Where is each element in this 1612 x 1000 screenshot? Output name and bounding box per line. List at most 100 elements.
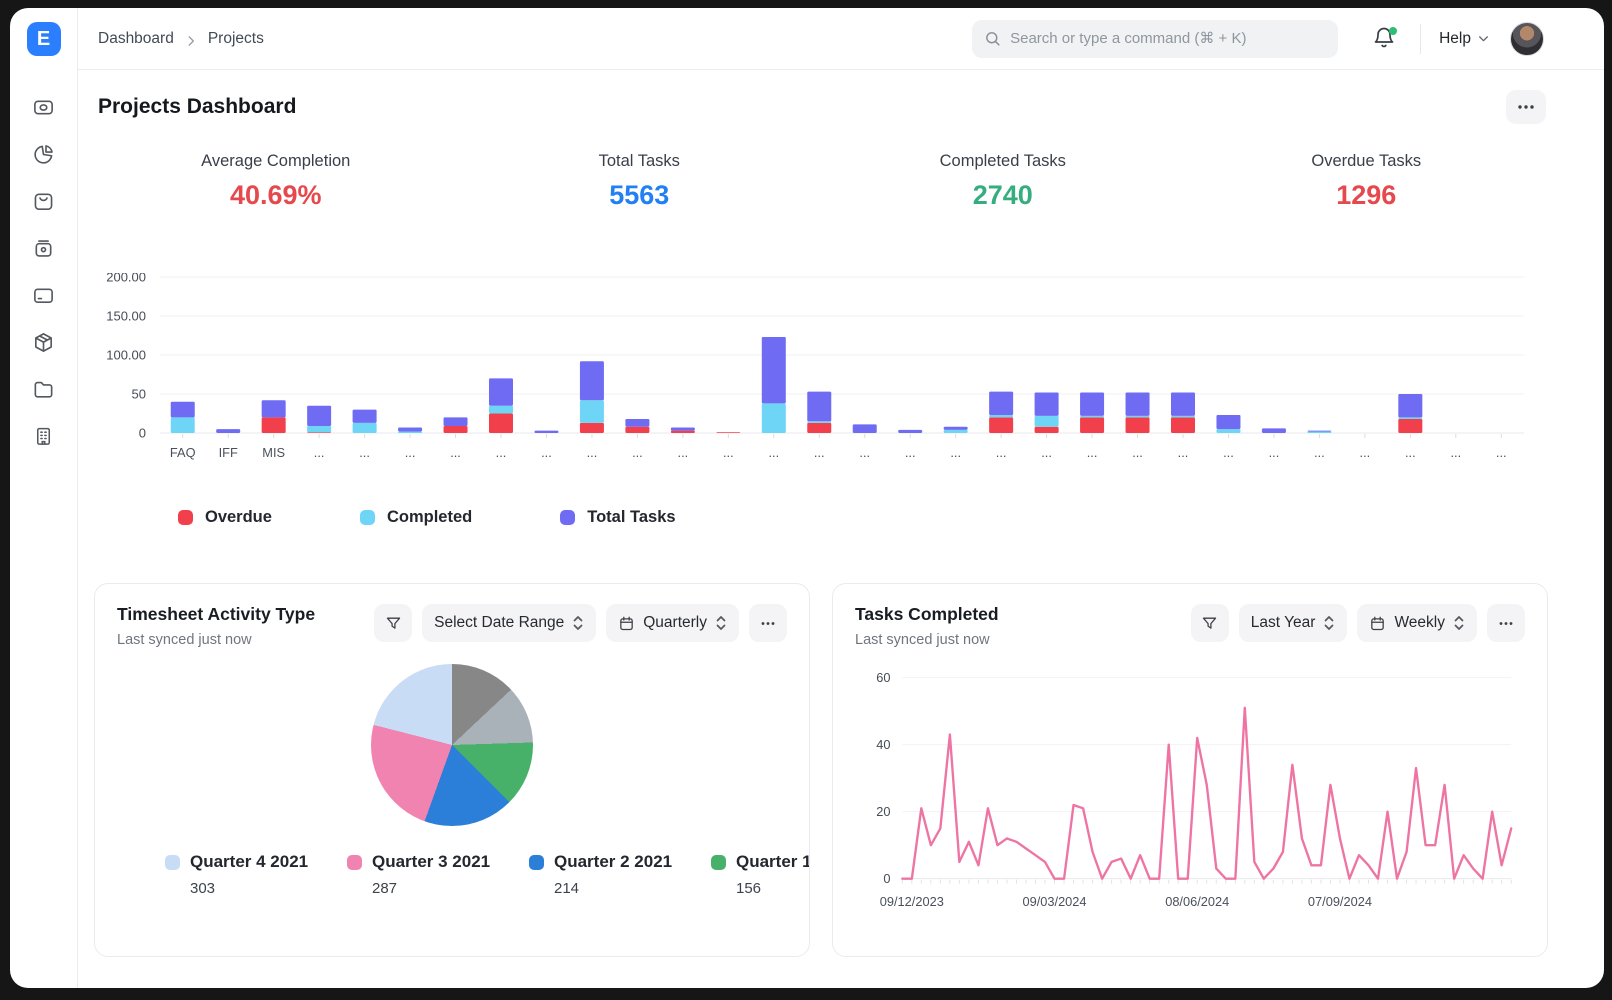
ellipsis-icon: [1498, 621, 1514, 626]
up-down-chevrons-icon: [1323, 615, 1335, 631]
stat-label: Average Completion: [94, 152, 458, 171]
stat-label: Completed Tasks: [821, 152, 1185, 171]
help-menu[interactable]: Help: [1439, 30, 1490, 48]
svg-text:IFF: IFF: [219, 445, 238, 460]
stat-average-completion: Average Completion 40.69%: [94, 152, 458, 211]
calendar-icon: [618, 615, 635, 632]
card-header: Tasks Completed Last synced just now Las…: [855, 604, 1525, 648]
granularity-select[interactable]: Weekly: [1357, 604, 1477, 642]
svg-text:...: ...: [314, 445, 325, 460]
chevron-right-icon: [184, 34, 198, 48]
search-input[interactable]: [1010, 30, 1326, 47]
page-more-options-button[interactable]: [1506, 90, 1546, 124]
card-more-options-button[interactable]: [749, 604, 787, 642]
sidebar-item-archive[interactable]: [26, 237, 62, 265]
svg-text:...: ...: [814, 445, 825, 460]
money-icon: [32, 96, 55, 124]
sidebar-item-billing[interactable]: [26, 284, 62, 312]
card-more-options-button[interactable]: [1487, 604, 1525, 642]
legend-label: Total Tasks: [587, 508, 675, 527]
legend-label: Quarter 4 2021: [190, 852, 308, 872]
svg-text:...: ...: [587, 445, 598, 460]
legend-item-overdue: Overdue: [178, 508, 272, 527]
title-row: Projects Dashboard: [78, 70, 1604, 130]
sidebar-item-files[interactable]: [26, 378, 62, 406]
calendar-icon: [1369, 615, 1386, 632]
svg-text:...: ...: [678, 445, 689, 460]
breadcrumb-dashboard[interactable]: Dashboard: [98, 30, 174, 48]
svg-text:100.00: 100.00: [106, 348, 146, 363]
legend-chip: [347, 855, 362, 870]
stat-value: 5563: [458, 180, 822, 211]
notifications-button[interactable]: [1372, 26, 1398, 52]
topbar-divider: [1420, 24, 1421, 54]
svg-text:...: ...: [950, 445, 961, 460]
svg-text:...: ...: [1087, 445, 1098, 460]
pie-legend: Quarter 4 2021 303 Quarter 3 2021 287 Qu…: [117, 852, 787, 897]
svg-text:...: ...: [541, 445, 552, 460]
bar-chart-canvas: 200.00150.00100.00500FAQIFFMIS..........…: [94, 273, 1554, 491]
filter-button[interactable]: [374, 604, 412, 642]
timesheet-pie-chart: [371, 664, 533, 826]
app-window: E: [10, 8, 1604, 988]
filter-button[interactable]: [1191, 604, 1229, 642]
pie-legend-item-q2: Quarter 2 2021 214: [529, 852, 689, 897]
app-logo[interactable]: E: [27, 22, 61, 56]
svg-text:0: 0: [883, 871, 890, 886]
ellipsis-icon: [760, 621, 776, 626]
sidebar-item-reports[interactable]: [26, 143, 62, 171]
svg-text:...: ...: [1496, 445, 1507, 460]
cards-row: Timesheet Activity Type Last synced just…: [94, 583, 1548, 957]
stat-completed-tasks: Completed Tasks 2740: [821, 152, 1185, 211]
archive-icon: [32, 237, 55, 265]
topbar: Dashboard Projects Help: [78, 8, 1604, 70]
sidebar-item-packages[interactable]: [26, 331, 62, 359]
sidebar-item-organization[interactable]: [26, 425, 62, 453]
svg-text:0: 0: [139, 426, 146, 441]
svg-text:150.00: 150.00: [106, 309, 146, 324]
svg-text:...: ...: [996, 445, 1007, 460]
svg-text:07/09/2024: 07/09/2024: [1308, 894, 1372, 909]
legend-item-completed: Completed: [360, 508, 472, 527]
projects-bar-chart: 200.00150.00100.00500FAQIFFMIS..........…: [94, 273, 1548, 527]
svg-text:...: ...: [450, 445, 461, 460]
legend-value: 156: [736, 880, 810, 897]
svg-text:FAQ: FAQ: [170, 445, 196, 460]
avatar[interactable]: [1510, 22, 1544, 56]
legend-label: Quarter 3 2021: [372, 852, 490, 872]
sidebar-item-store[interactable]: [26, 190, 62, 218]
timesheet-activity-card: Timesheet Activity Type Last synced just…: [94, 583, 810, 957]
svg-text:...: ...: [1405, 445, 1416, 460]
search-box[interactable]: [972, 20, 1338, 58]
page-title: Projects Dashboard: [98, 95, 296, 119]
granularity-select[interactable]: Quarterly: [606, 604, 739, 642]
bar-chart-legend: Overdue Completed Total Tasks: [178, 508, 1548, 527]
svg-text:...: ...: [905, 445, 916, 460]
pie-chart-icon: [32, 143, 55, 171]
svg-text:...: ...: [1223, 445, 1234, 460]
date-range-select[interactable]: Select Date Range: [422, 604, 596, 642]
help-label: Help: [1439, 30, 1471, 48]
svg-text:09/03/2024: 09/03/2024: [1022, 894, 1086, 909]
breadcrumb-projects[interactable]: Projects: [208, 30, 264, 48]
svg-text:...: ...: [359, 445, 370, 460]
main-content: Average Completion 40.69% Total Tasks 55…: [78, 130, 1604, 988]
svg-text:...: ...: [1132, 445, 1143, 460]
legend-chip: [529, 855, 544, 870]
sidebar-item-money[interactable]: [26, 96, 62, 124]
svg-text:...: ...: [859, 445, 870, 460]
sidebar: E: [10, 8, 78, 988]
main-area: Dashboard Projects Help: [78, 8, 1604, 988]
stats-row: Average Completion 40.69% Total Tasks 55…: [94, 152, 1548, 211]
legend-chip: [165, 855, 180, 870]
date-range-select[interactable]: Last Year: [1239, 604, 1348, 642]
svg-text:...: ...: [723, 445, 734, 460]
granularity-label: Quarterly: [643, 614, 707, 632]
svg-text:...: ...: [496, 445, 507, 460]
svg-text:200.00: 200.00: [106, 273, 146, 285]
folder-icon: [32, 378, 55, 406]
pie-legend-item-q3: Quarter 3 2021 287: [347, 852, 507, 897]
tasks-completed-card: Tasks Completed Last synced just now Las…: [832, 583, 1548, 957]
legend-value: 214: [554, 880, 689, 897]
tasks-line-chart: 604020009/12/202309/03/202408/06/202407/…: [855, 658, 1525, 925]
